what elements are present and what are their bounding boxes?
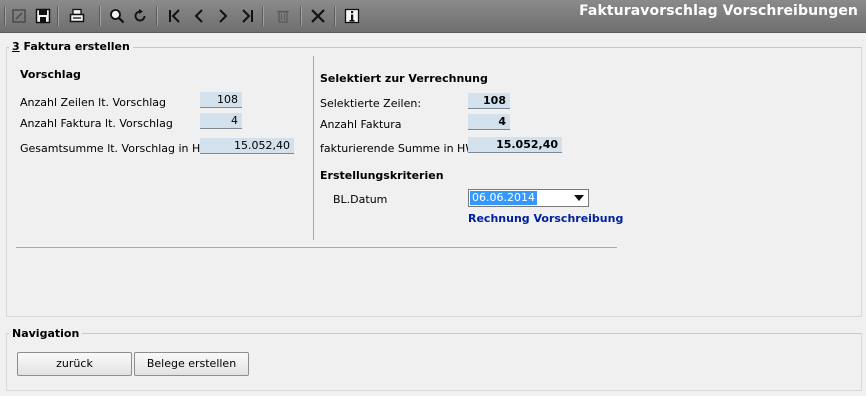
bl-datum-selected-value: 06.06.2014 <box>470 191 537 205</box>
bl-datum-label: BL.Datum <box>333 193 388 206</box>
toolbar-separator <box>4 6 6 26</box>
selektiert-header: Selektiert zur Verrechnung <box>320 72 488 85</box>
edit-icon[interactable] <box>10 7 28 25</box>
selektiert-anzahl-faktura-value: 4 <box>468 114 510 130</box>
anzahl-faktura-label: Anzahl Faktura lt. Vorschlag <box>20 117 173 130</box>
toolbar-separator <box>99 6 101 26</box>
fakturierende-summe-value: 15.052,40 <box>468 137 562 153</box>
column-divider <box>313 56 314 240</box>
last-record-icon[interactable] <box>238 7 256 25</box>
section-divider <box>16 247 617 248</box>
save-icon[interactable] <box>34 7 52 25</box>
previous-record-icon[interactable] <box>190 7 208 25</box>
gesamtsumme-label: Gesamtsumme lt. Vorschlag in HW: <box>20 142 215 155</box>
bl-datum-select[interactable]: 06.06.2014 <box>468 189 589 207</box>
selektierte-zeilen-label: Selektierte Zeilen: <box>320 97 422 110</box>
erstellungskriterien-header: Erstellungskriterien <box>320 169 444 182</box>
selektierte-zeilen-value: 108 <box>468 93 510 109</box>
create-documents-button[interactable]: Belege erstellen <box>134 352 249 376</box>
faktura-group-title: 3 Faktura erstellen <box>9 40 133 53</box>
refresh-icon[interactable] <box>131 7 149 25</box>
back-button[interactable]: zurück <box>17 352 132 376</box>
search-icon[interactable] <box>108 7 126 25</box>
print-icon[interactable] <box>68 7 86 25</box>
toolbar-separator <box>262 6 264 26</box>
toolbar-separator <box>156 6 158 26</box>
toolbar-separator <box>57 6 59 26</box>
selektiert-anzahl-faktura-label: Anzahl Faktura <box>320 118 402 131</box>
navigation-group-title: Navigation <box>9 327 83 340</box>
toolbar-separator <box>334 6 336 26</box>
anzahl-faktura-value: 4 <box>200 113 242 129</box>
rechnung-vorschreibung-link[interactable]: Rechnung Vorschreibung <box>468 212 623 225</box>
close-icon[interactable] <box>309 7 327 25</box>
next-record-icon[interactable] <box>214 7 232 25</box>
vorschlag-header: Vorschlag <box>20 68 81 81</box>
toolbar-separator <box>300 6 302 26</box>
anzahl-zeilen-label: Anzahl Zeilen lt. Vorschlag <box>20 96 167 109</box>
chevron-down-icon[interactable] <box>572 191 586 205</box>
toolbar: Fakturavorschlag Vorschreibungen <box>0 0 866 33</box>
window-title: Fakturavorschlag Vorschreibungen <box>579 3 858 19</box>
delete-icon[interactable] <box>274 7 292 25</box>
info-icon[interactable] <box>343 7 361 25</box>
anzahl-zeilen-value: 108 <box>200 92 242 108</box>
gesamtsumme-value: 15.052,40 <box>200 138 294 154</box>
fakturierende-summe-label: fakturierende Summe in HW <box>320 142 477 155</box>
faktura-group <box>6 47 862 317</box>
first-record-icon[interactable] <box>166 7 184 25</box>
